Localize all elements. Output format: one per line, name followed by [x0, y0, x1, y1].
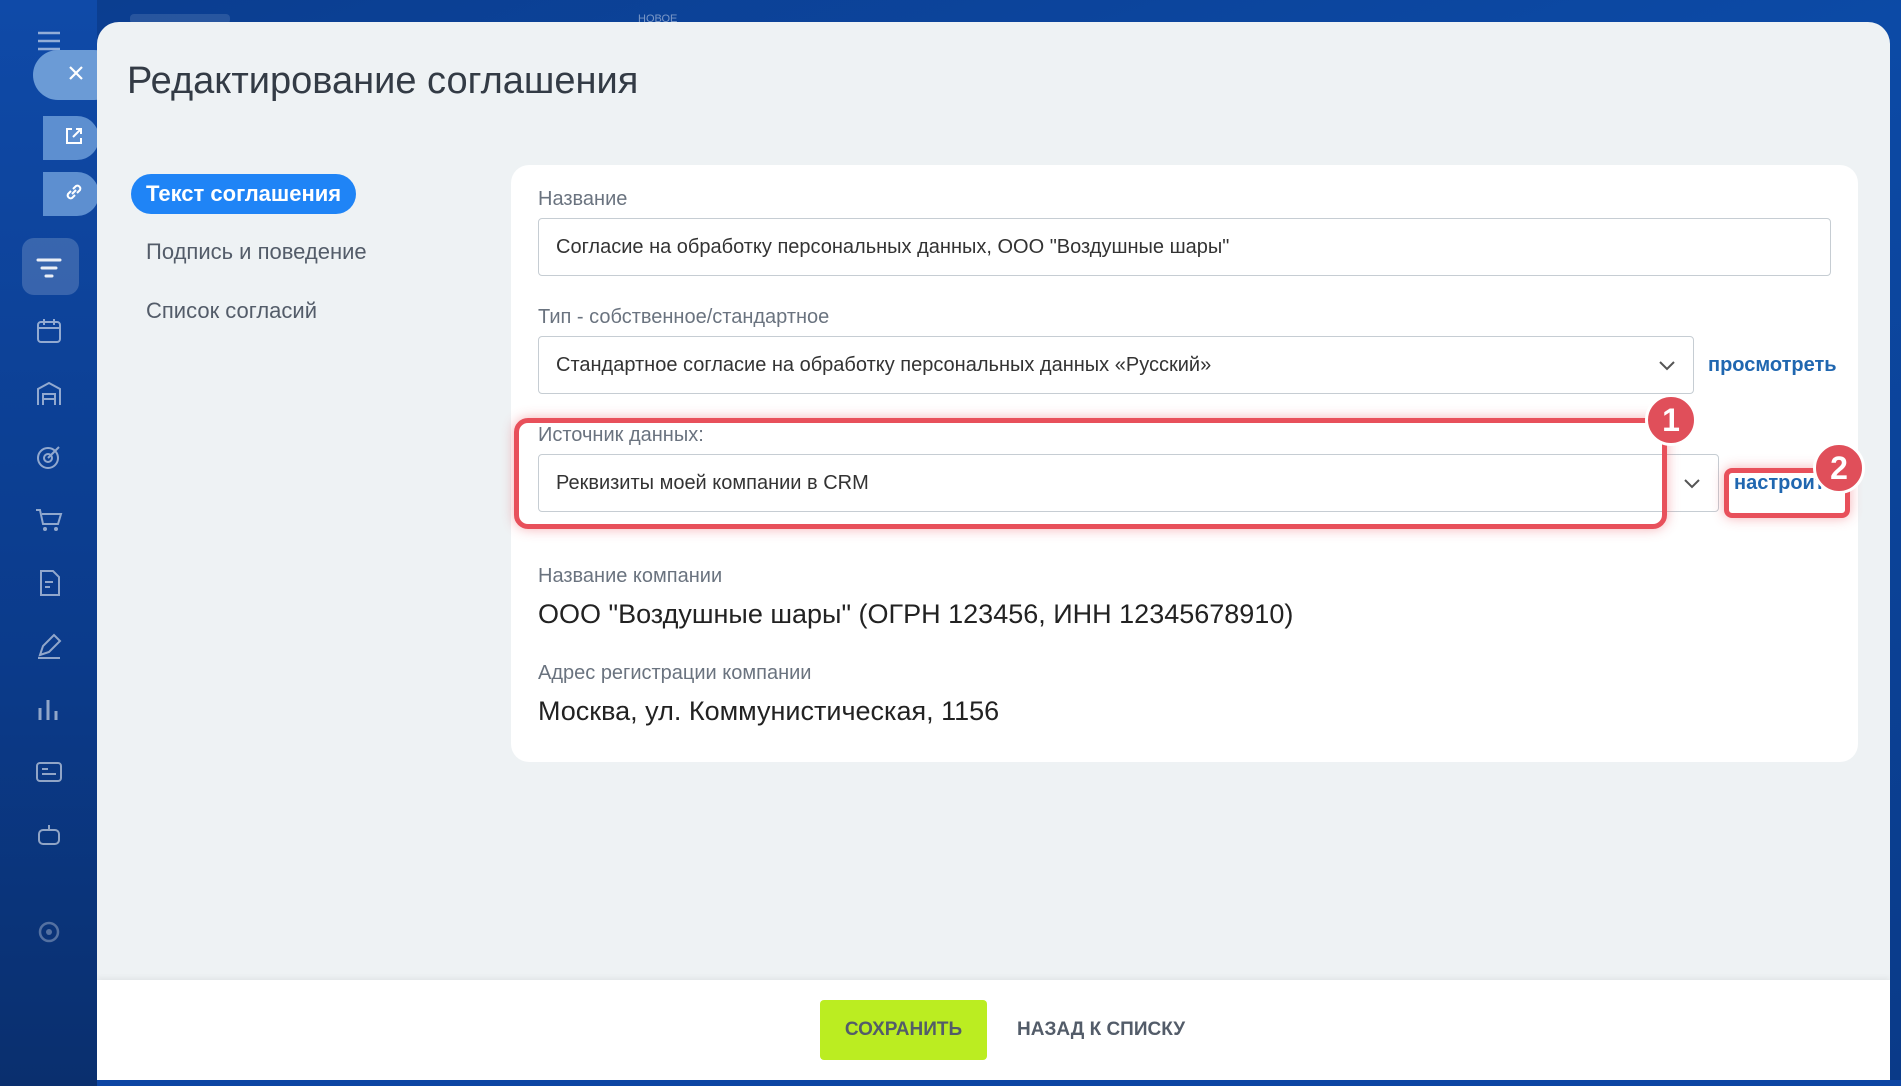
company-address-value: Москва, ул. Коммунистическая, 1156: [538, 696, 1000, 726]
robot-icon[interactable]: [32, 818, 66, 852]
app-sidebar: [0, 0, 97, 1086]
close-icon: [65, 62, 87, 89]
type-label: Тип - собственное/стандартное: [538, 306, 830, 328]
document-edit-icon[interactable]: [32, 566, 66, 600]
agreement-edit-panel: Редактирование соглашения Текст соглашен…: [97, 22, 1890, 1086]
name-label: Название: [538, 188, 628, 210]
funnel-icon[interactable]: [32, 251, 66, 285]
company-name-label: Название компании: [538, 565, 723, 587]
section-nav: Текст соглашения Подпись и поведение Спи…: [131, 174, 382, 349]
nav-item-consents-list[interactable]: Список согласий: [131, 290, 332, 332]
type-select-value: Стандартное согласие на обработку персон…: [556, 353, 1212, 376]
target-icon[interactable]: [32, 440, 66, 474]
name-input[interactable]: Согласие на обработку персональных данны…: [538, 218, 1831, 276]
copy-link-button[interactable]: [43, 172, 99, 216]
cart-icon[interactable]: [32, 503, 66, 537]
company-name-value: ООО "Воздушные шары" (ОГРН 123456, ИНН 1…: [538, 599, 1294, 629]
annotation-badge-1: 1: [1645, 394, 1697, 446]
chevron-down-icon: [1659, 361, 1675, 371]
data-source-highlight: [514, 418, 1667, 529]
contact-card-icon[interactable]: [32, 755, 66, 789]
type-select[interactable]: Стандартное согласие на обработку персон…: [538, 336, 1694, 394]
chevron-down-icon: [1684, 479, 1700, 489]
warehouse-icon[interactable]: [32, 377, 66, 411]
analytics-icon[interactable]: [32, 692, 66, 726]
bottom-strip: [97, 1080, 1901, 1086]
annotation-badge-2: 2: [1813, 442, 1865, 494]
link-icon: [63, 181, 85, 208]
settings-icon[interactable]: [32, 915, 66, 949]
nav-item-agreement-text[interactable]: Текст соглашения: [131, 174, 357, 214]
view-link[interactable]: просмотреть: [1708, 354, 1837, 377]
open-in-new-window-button[interactable]: [43, 116, 99, 160]
pen-icon[interactable]: [32, 629, 66, 663]
calendar-icon[interactable]: [32, 314, 66, 348]
nav-item-signature-behavior[interactable]: Подпись и поведение: [131, 231, 382, 273]
external-link-icon: [63, 125, 85, 152]
save-button[interactable]: СОХРАНИТЬ: [820, 1000, 987, 1060]
company-address-label: Адрес регистрации компании: [538, 662, 812, 684]
page-title: Редактирование соглашения: [127, 60, 639, 102]
name-input-value: Согласие на обработку персональных данны…: [556, 235, 1230, 258]
back-to-list-button[interactable]: НАЗАД К СПИСКУ: [1003, 1000, 1199, 1060]
footer-bar: СОХРАНИТЬ НАЗАД К СПИСКУ: [97, 980, 1890, 1086]
